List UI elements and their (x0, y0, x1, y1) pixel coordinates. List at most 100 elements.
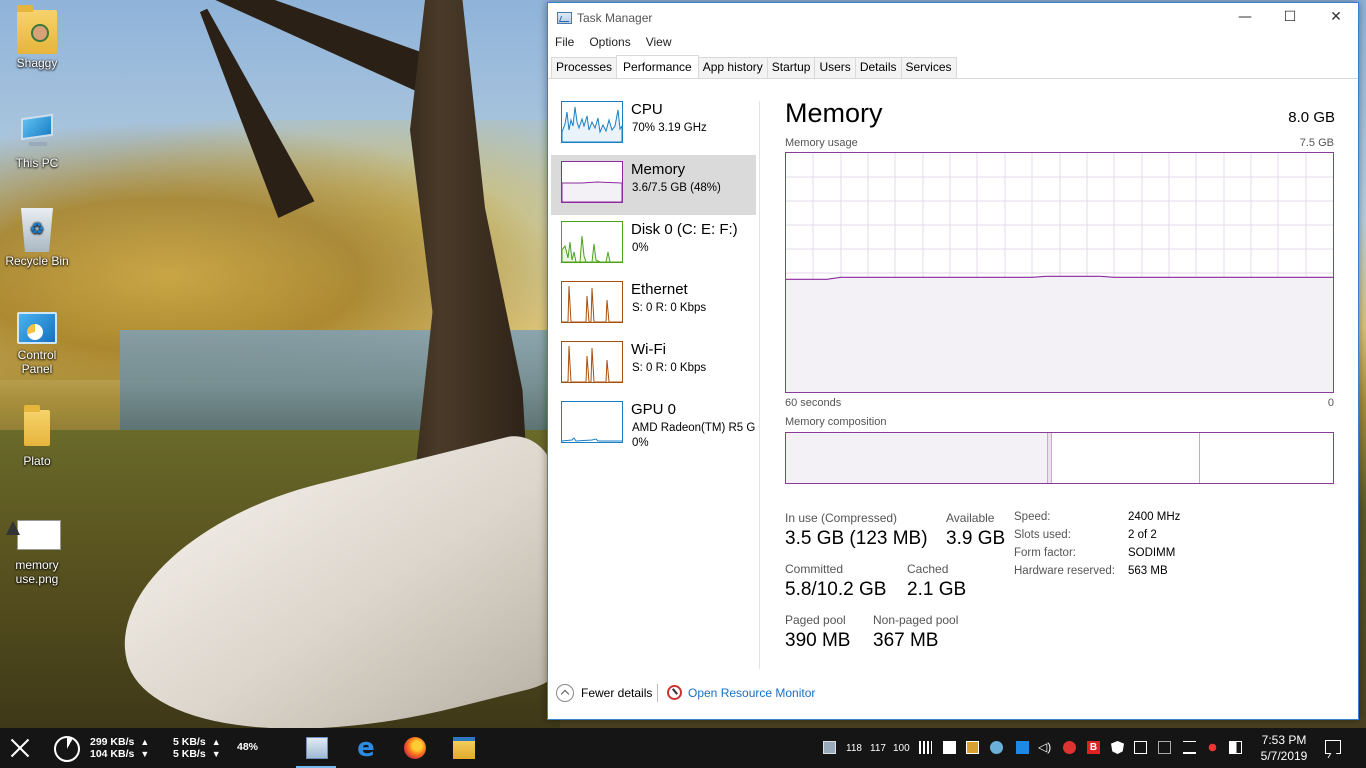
image-file-icon (17, 520, 61, 556)
gpu-model: AMD Radeon(TM) R5 Gr (632, 422, 756, 434)
memory-thumbnail-graph (561, 161, 623, 203)
sidebar-label: Memory (631, 161, 686, 178)
tab-processes[interactable]: Processes (551, 57, 618, 78)
net-monitor-2: 5 KB/s ▲ 5 KB/s ▼ (173, 736, 221, 760)
app-icon[interactable] (966, 741, 979, 754)
equalizer-icon[interactable] (919, 741, 932, 754)
sidebar-label: Wi-Fi (631, 341, 666, 358)
document-icon[interactable] (943, 741, 956, 754)
in-use-label: In use (Compressed) (785, 511, 898, 525)
desktop-icon-label: Plato (23, 454, 51, 468)
tab-details[interactable]: Details (854, 57, 902, 78)
desktop-icon-label: Shaggy (16, 56, 58, 70)
menu-file[interactable]: File (555, 33, 574, 51)
clock-time: 7:53 PM (1261, 733, 1307, 747)
desktop-icon-label: memory use.png (15, 558, 59, 586)
bug-icon[interactable] (1206, 741, 1219, 754)
fewer-details-button[interactable]: Fewer details (581, 686, 652, 700)
taskbar-app-edge[interactable]: e (341, 728, 389, 768)
network-globe-icon[interactable] (990, 741, 1003, 754)
memory-total: 8.0 GB (1288, 109, 1335, 126)
available-label: Available (946, 511, 995, 525)
action-center-icon[interactable] (1325, 740, 1341, 754)
resource-monitor-icon[interactable] (667, 685, 682, 700)
tab-startup[interactable]: Startup (766, 57, 816, 78)
form-factor-label: Form factor: (1014, 547, 1076, 559)
taskbar-app-task-manager[interactable] (292, 728, 340, 768)
maximize-button[interactable]: ☐ (1267, 3, 1313, 33)
desktop-icon-recycle-bin[interactable]: ♻ Recycle Bin (4, 208, 70, 268)
sidebar-item-cpu[interactable]: CPU 70% 3.19 GHz (551, 95, 756, 155)
memory-composition-bar (785, 432, 1334, 484)
sidebar-item-memory[interactable]: Memory 3.6/7.5 GB (48%) (551, 155, 756, 215)
volume-icon[interactable]: ◁) (1038, 741, 1051, 754)
memory-usage-svg (786, 153, 1333, 392)
tab-performance[interactable]: Performance (616, 55, 699, 78)
title-bar[interactable]: Task Manager — ☐ ✕ (548, 3, 1358, 33)
taskbar-app-file-explorer[interactable] (439, 728, 487, 768)
desktop-icon-plato[interactable]: Plato (4, 405, 70, 468)
sidebar-item-ethernet[interactable]: Ethernet S: 0 R: 0 Kbps (551, 275, 756, 335)
slots-used-value: 2 of 2 (1128, 529, 1157, 541)
cached-value: 2.1 GB (907, 579, 967, 600)
taskbar-app-firefox[interactable] (390, 728, 438, 768)
desktop-icon-memory-use[interactable]: memory use.png (8, 512, 66, 586)
shield-icon[interactable] (1111, 741, 1124, 754)
window-title: Task Manager (577, 11, 653, 25)
sidebar-item-disk[interactable]: Disk 0 (C: E: F:) 0% (551, 215, 756, 275)
folder-icon (24, 405, 50, 446)
composition-in-use (786, 433, 1048, 483)
start-button[interactable] (0, 728, 40, 768)
graph-time-end: 0 (1327, 397, 1334, 409)
printer-icon[interactable] (1158, 741, 1171, 754)
net2-upload: 5 KB/s (173, 736, 206, 748)
sidebar-item-gpu[interactable]: GPU 0 AMD Radeon(TM) R5 Gr 0% (551, 395, 756, 455)
tab-users[interactable]: Users (814, 57, 856, 78)
sidebar-sublabel: S: 0 R: 0 Kbps (632, 362, 707, 374)
sidebar-label: Disk 0 (C: E: F:) (631, 221, 738, 238)
graph-time-start: 60 seconds (785, 397, 842, 409)
chevron-up-icon[interactable] (556, 684, 574, 702)
desktop-icon-control-panel[interactable]: Control Panel (4, 312, 70, 376)
disk-thumbnail-graph (561, 221, 623, 263)
clock[interactable]: 7:53 PM 5/7/2019 (1250, 732, 1318, 764)
panel-divider (759, 101, 760, 669)
b-app-icon[interactable]: B (1087, 741, 1100, 754)
window-footer: Fewer details Open Resource Monitor (548, 669, 1358, 719)
clock-date: 5/7/2019 (1260, 749, 1308, 763)
speed-label: Speed: (1014, 511, 1051, 523)
tab-app-history[interactable]: App history (697, 57, 768, 78)
display-icon[interactable] (1183, 741, 1196, 754)
net-monitor-1: 299 KB/s ▲ 104 KB/s ▼ (90, 736, 149, 760)
menu-options[interactable]: Options (589, 33, 630, 51)
sidebar-label: Ethernet (631, 281, 688, 298)
minimize-button[interactable]: — (1222, 3, 1268, 33)
sidebar-sublabel: 3.6/7.5 GB (48%) (632, 182, 721, 194)
close-button[interactable]: ✕ (1313, 3, 1359, 33)
paged-pool-label: Paged pool (785, 613, 846, 627)
form-factor-value: SODIMM (1128, 547, 1176, 559)
network-icon[interactable] (1134, 741, 1147, 754)
hardware-reserved-label: Hardware reserved: (1014, 565, 1115, 577)
firefox-icon (404, 737, 426, 759)
control-panel-icon (17, 312, 57, 344)
desktop-icon-label: Control Panel (17, 348, 57, 376)
cached-label: Cached (907, 562, 949, 576)
open-resource-monitor-link[interactable]: Open Resource Monitor (688, 686, 815, 700)
battery-icon[interactable] (1229, 741, 1242, 754)
sidebar-item-wifi[interactable]: Wi-Fi S: 0 R: 0 Kbps (551, 335, 756, 395)
ethernet-thumbnail-graph (561, 281, 623, 323)
tab-services[interactable]: Services (900, 57, 957, 78)
committed-value: 5.8/10.2 GB (785, 579, 887, 600)
desktop-icon-shaggy[interactable]: Shaggy (4, 5, 70, 70)
monitor-icon[interactable] (823, 741, 836, 754)
hardware-reserved-value: 563 MB (1128, 565, 1168, 577)
memory-usage-max: 7.5 GB (1299, 137, 1334, 149)
memory-usage-graph (785, 152, 1334, 393)
up-arrow-icon: ▲ (211, 737, 221, 747)
desktop-icon-this-pc[interactable]: This PC (4, 110, 70, 170)
w-app-icon[interactable] (1016, 741, 1029, 754)
menu-view[interactable]: View (646, 33, 672, 51)
gpu-thumbnail-graph (561, 401, 623, 443)
security-app-icon[interactable] (1063, 741, 1076, 754)
